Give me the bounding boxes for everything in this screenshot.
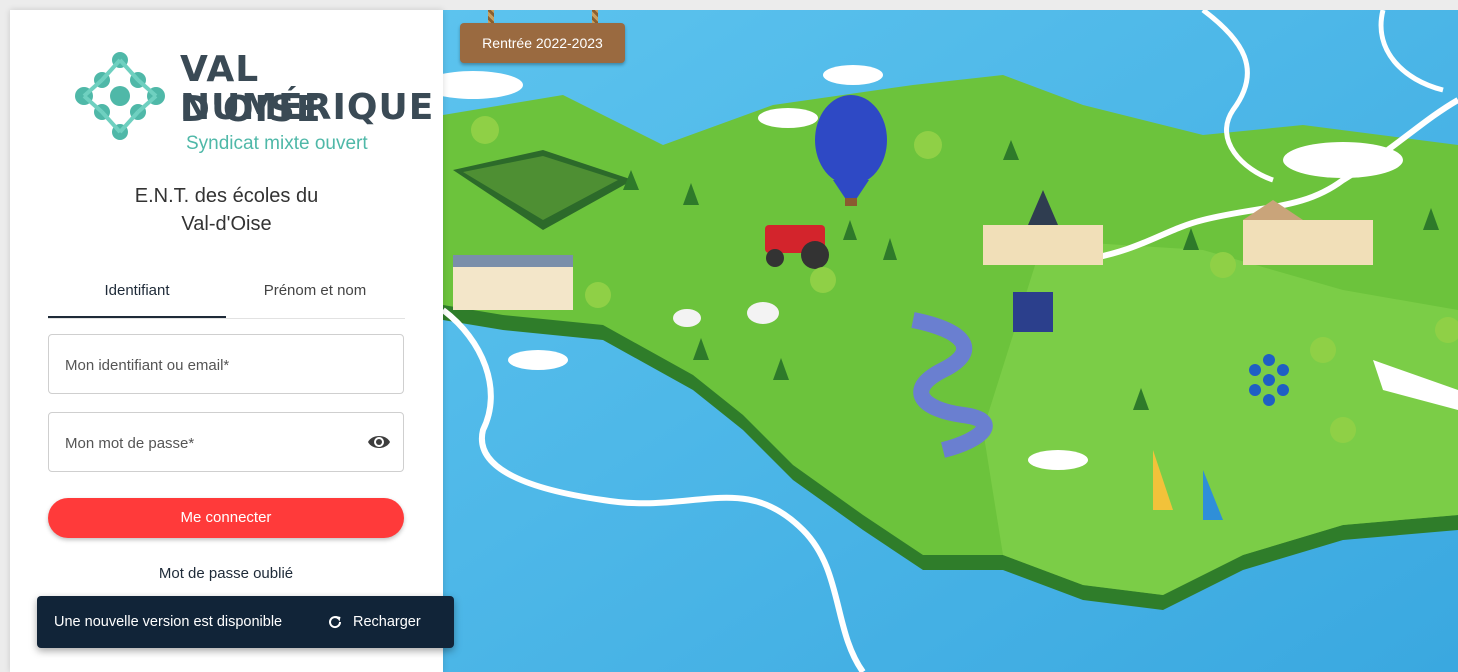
badge-rope-left <box>488 10 494 24</box>
map-illustration <box>443 10 1458 672</box>
logo-molecule-icon <box>75 52 165 140</box>
login-button[interactable]: Me connecter <box>48 498 404 538</box>
logo-text-line2: NUMÉRIQUE <box>180 87 435 128</box>
show-password-eye-icon[interactable] <box>367 431 391 453</box>
reload-label: Recharger <box>353 614 421 630</box>
school-year-badge: Rentrée 2022-2023 <box>460 23 625 63</box>
password-field <box>48 412 404 473</box>
page-title-line2: Val-d'Oise <box>181 213 272 235</box>
identifier-input[interactable] <box>63 335 367 395</box>
password-input[interactable] <box>63 413 367 473</box>
logo-tagline: Syndicat mixte ouvert <box>186 133 368 154</box>
tab-prenom-nom[interactable]: Prénom et nom <box>226 272 404 316</box>
page-title: E.N.T. des écoles du Val-d'Oise <box>30 182 423 238</box>
reload-button[interactable]: Recharger <box>327 596 421 648</box>
login-tabs: Identifiant Prénom et nom <box>48 272 405 319</box>
map-svg <box>443 10 1458 672</box>
val-doise-numerique-logo: VAL D'OISE NUMÉRIQUE Syndicat mixte ouve… <box>68 40 433 160</box>
update-snackbar: Une nouvelle version est disponible Rech… <box>37 596 454 648</box>
identifier-field <box>48 334 404 395</box>
login-panel: VAL D'OISE NUMÉRIQUE Syndicat mixte ouve… <box>10 10 443 672</box>
snackbar-message: Une nouvelle version est disponible <box>54 614 283 630</box>
page-title-line1: E.N.T. des écoles du <box>134 185 319 207</box>
tab-identifiant[interactable]: Identifiant <box>48 272 226 318</box>
badge-rope-right <box>592 10 598 24</box>
reload-icon <box>329 616 342 629</box>
forgot-password-link[interactable]: Mot de passe oublié <box>48 565 404 582</box>
